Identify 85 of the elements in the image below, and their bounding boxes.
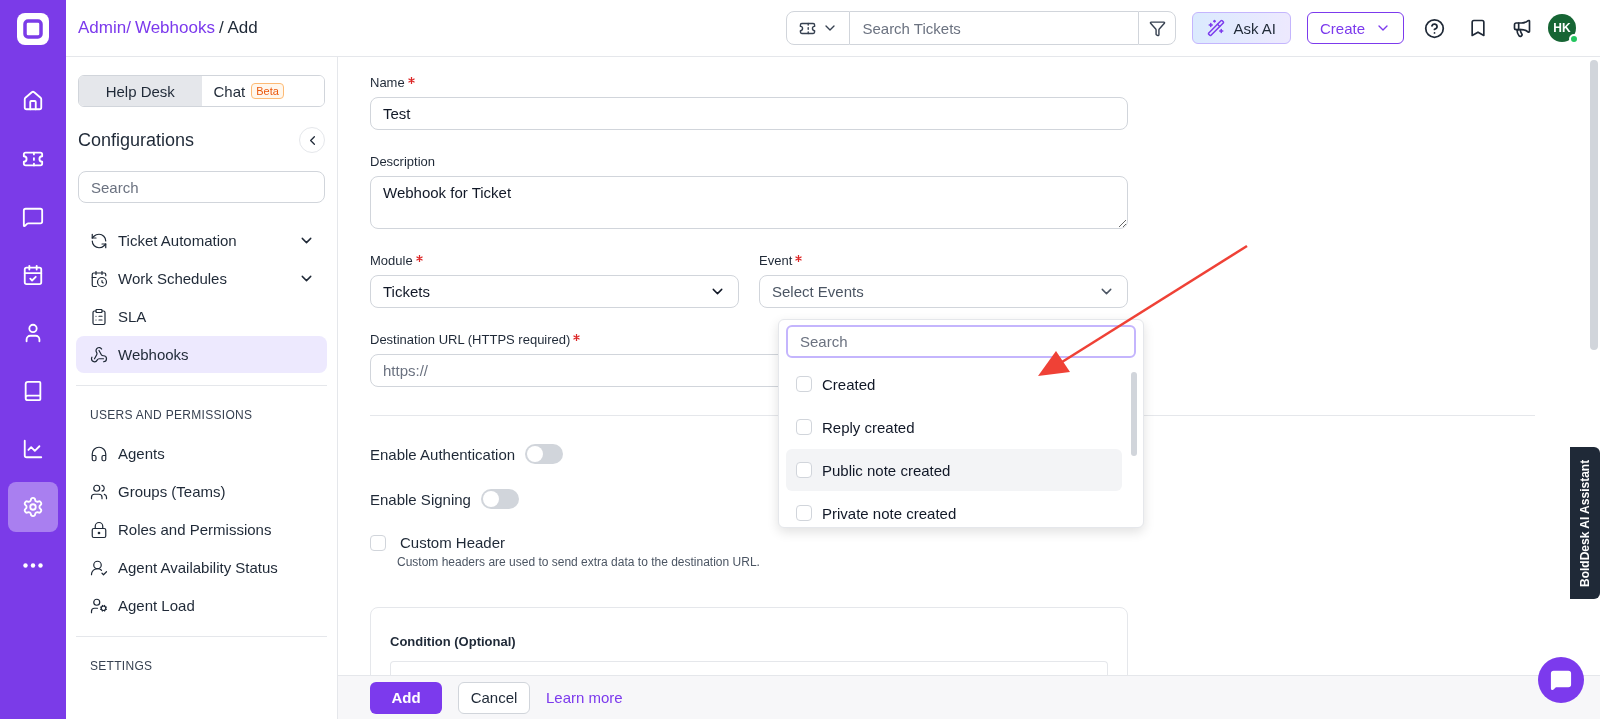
home-icon — [22, 90, 44, 112]
search-type-dropdown[interactable] — [786, 11, 851, 45]
sidebar-item[interactable]: Agent Load — [76, 587, 327, 624]
sidebar-item[interactable]: Roles and Permissions — [76, 511, 327, 548]
cancel-button[interactable]: Cancel — [458, 681, 530, 714]
breadcrumb-link[interactable]: Admin/ — [78, 18, 131, 38]
module-select[interactable]: Tickets — [370, 275, 739, 308]
calendar-clock-icon — [90, 269, 108, 288]
card-title: Condition (Optional) — [390, 634, 517, 649]
checkbox-label: Custom Header — [400, 534, 506, 551]
chat-icon — [1550, 669, 1572, 691]
assistant-tab[interactable]: BoldDesk AI Assistant — [1570, 447, 1600, 599]
sidebar-item[interactable]: SLA — [76, 298, 327, 335]
dropdown-option[interactable]: Private note created — [786, 492, 1122, 534]
dropdown-option[interactable]: Reply created — [786, 406, 1122, 448]
toggle-switch[interactable] — [480, 489, 519, 509]
sidebar-tab[interactable]: Help Desk — [79, 76, 202, 106]
calendar-check-icon — [22, 264, 44, 286]
filter-button[interactable] — [1138, 11, 1177, 45]
sidebar-item[interactable]: Work Schedules — [76, 260, 327, 297]
beta-badge: Beta — [251, 83, 284, 99]
dropdown-option[interactable]: Public note created — [786, 449, 1122, 491]
sparkles-icon — [1207, 19, 1226, 37]
field-label: Module — [370, 253, 413, 268]
more-icon — [23, 562, 43, 568]
sidebar-item[interactable]: Webhooks — [76, 336, 327, 373]
refresh-icon — [90, 231, 108, 250]
lock-icon — [90, 520, 108, 539]
settings-icon — [22, 496, 44, 518]
bookmark-icon — [1468, 18, 1488, 38]
create-button[interactable]: Create — [1306, 12, 1404, 44]
sidebar-item[interactable]: Agent Availability Status — [76, 549, 327, 586]
chat-icon — [22, 206, 44, 228]
learn-more-link[interactable]: Learn more — [546, 689, 623, 706]
collapse-button[interactable] — [299, 127, 325, 153]
name-input[interactable]: Test — [370, 97, 1128, 130]
clipboard-icon — [90, 307, 108, 326]
ask-ai-button[interactable]: Ask AI — [1192, 12, 1291, 44]
toggle-label: Enable Signing — [370, 490, 471, 508]
checkbox[interactable] — [370, 534, 386, 551]
sidebar-item[interactable]: Groups (Teams) — [76, 473, 327, 510]
event-select[interactable]: Select Events — [759, 275, 1128, 308]
hint-text: Custom headers are used to send extra data to the destination URL. — [397, 555, 761, 569]
toggle-switch[interactable] — [525, 444, 564, 464]
required-icon — [415, 255, 423, 262]
headphones-icon — [90, 444, 108, 463]
sidebar-item[interactable]: Agents — [76, 435, 327, 472]
dropdown-search-field[interactable]: Search — [786, 325, 1136, 358]
page-title: / Add — [218, 18, 258, 38]
checkbox[interactable] — [796, 505, 812, 521]
description-input[interactable]: Webhook for Ticket — [370, 176, 1128, 229]
megaphone-icon — [1512, 18, 1532, 38]
nav-button[interactable] — [8, 482, 58, 532]
field-label: Name — [370, 75, 405, 90]
required-icon — [407, 77, 415, 84]
user-check-icon — [90, 558, 108, 577]
breadcrumb-link[interactable]: Webhooks — [134, 18, 215, 38]
toggle-label: Enable Authentication — [370, 445, 516, 463]
logo-icon[interactable] — [16, 12, 50, 46]
required-icon — [795, 255, 803, 262]
field-label: Destination URL (HTTPS required) — [370, 332, 571, 347]
required-icon — [573, 334, 581, 341]
section-heading: SETTINGS — [76, 636, 327, 685]
add-button[interactable]: Add — [370, 681, 442, 714]
users-icon — [90, 482, 108, 501]
user-gear-icon — [90, 596, 108, 615]
user-avatar[interactable]: HK — [1548, 14, 1576, 42]
field-label: Event — [759, 253, 793, 268]
field-label: Description — [370, 154, 436, 169]
help-icon — [1423, 17, 1445, 39]
checkbox[interactable] — [796, 419, 812, 435]
search-field[interactable]: Search Tickets — [850, 11, 1139, 45]
checkbox[interactable] — [796, 462, 812, 478]
sidebar-item[interactable]: Ticket Automation — [76, 222, 327, 259]
checkbox[interactable] — [796, 376, 812, 392]
filter-icon — [1148, 19, 1166, 37]
book-icon — [22, 380, 44, 402]
scrollbar-thumb[interactable] — [1131, 372, 1137, 456]
sidebar-title: Configurations — [78, 129, 195, 151]
sidebar-search-field[interactable]: Search — [78, 171, 325, 203]
line-chart-icon — [22, 438, 44, 460]
webhook-icon — [90, 345, 108, 364]
section-heading: USERS AND PERMISSIONS — [76, 385, 327, 434]
scrollbar-thumb[interactable] — [1590, 60, 1598, 350]
chat-button[interactable] — [1538, 657, 1584, 703]
